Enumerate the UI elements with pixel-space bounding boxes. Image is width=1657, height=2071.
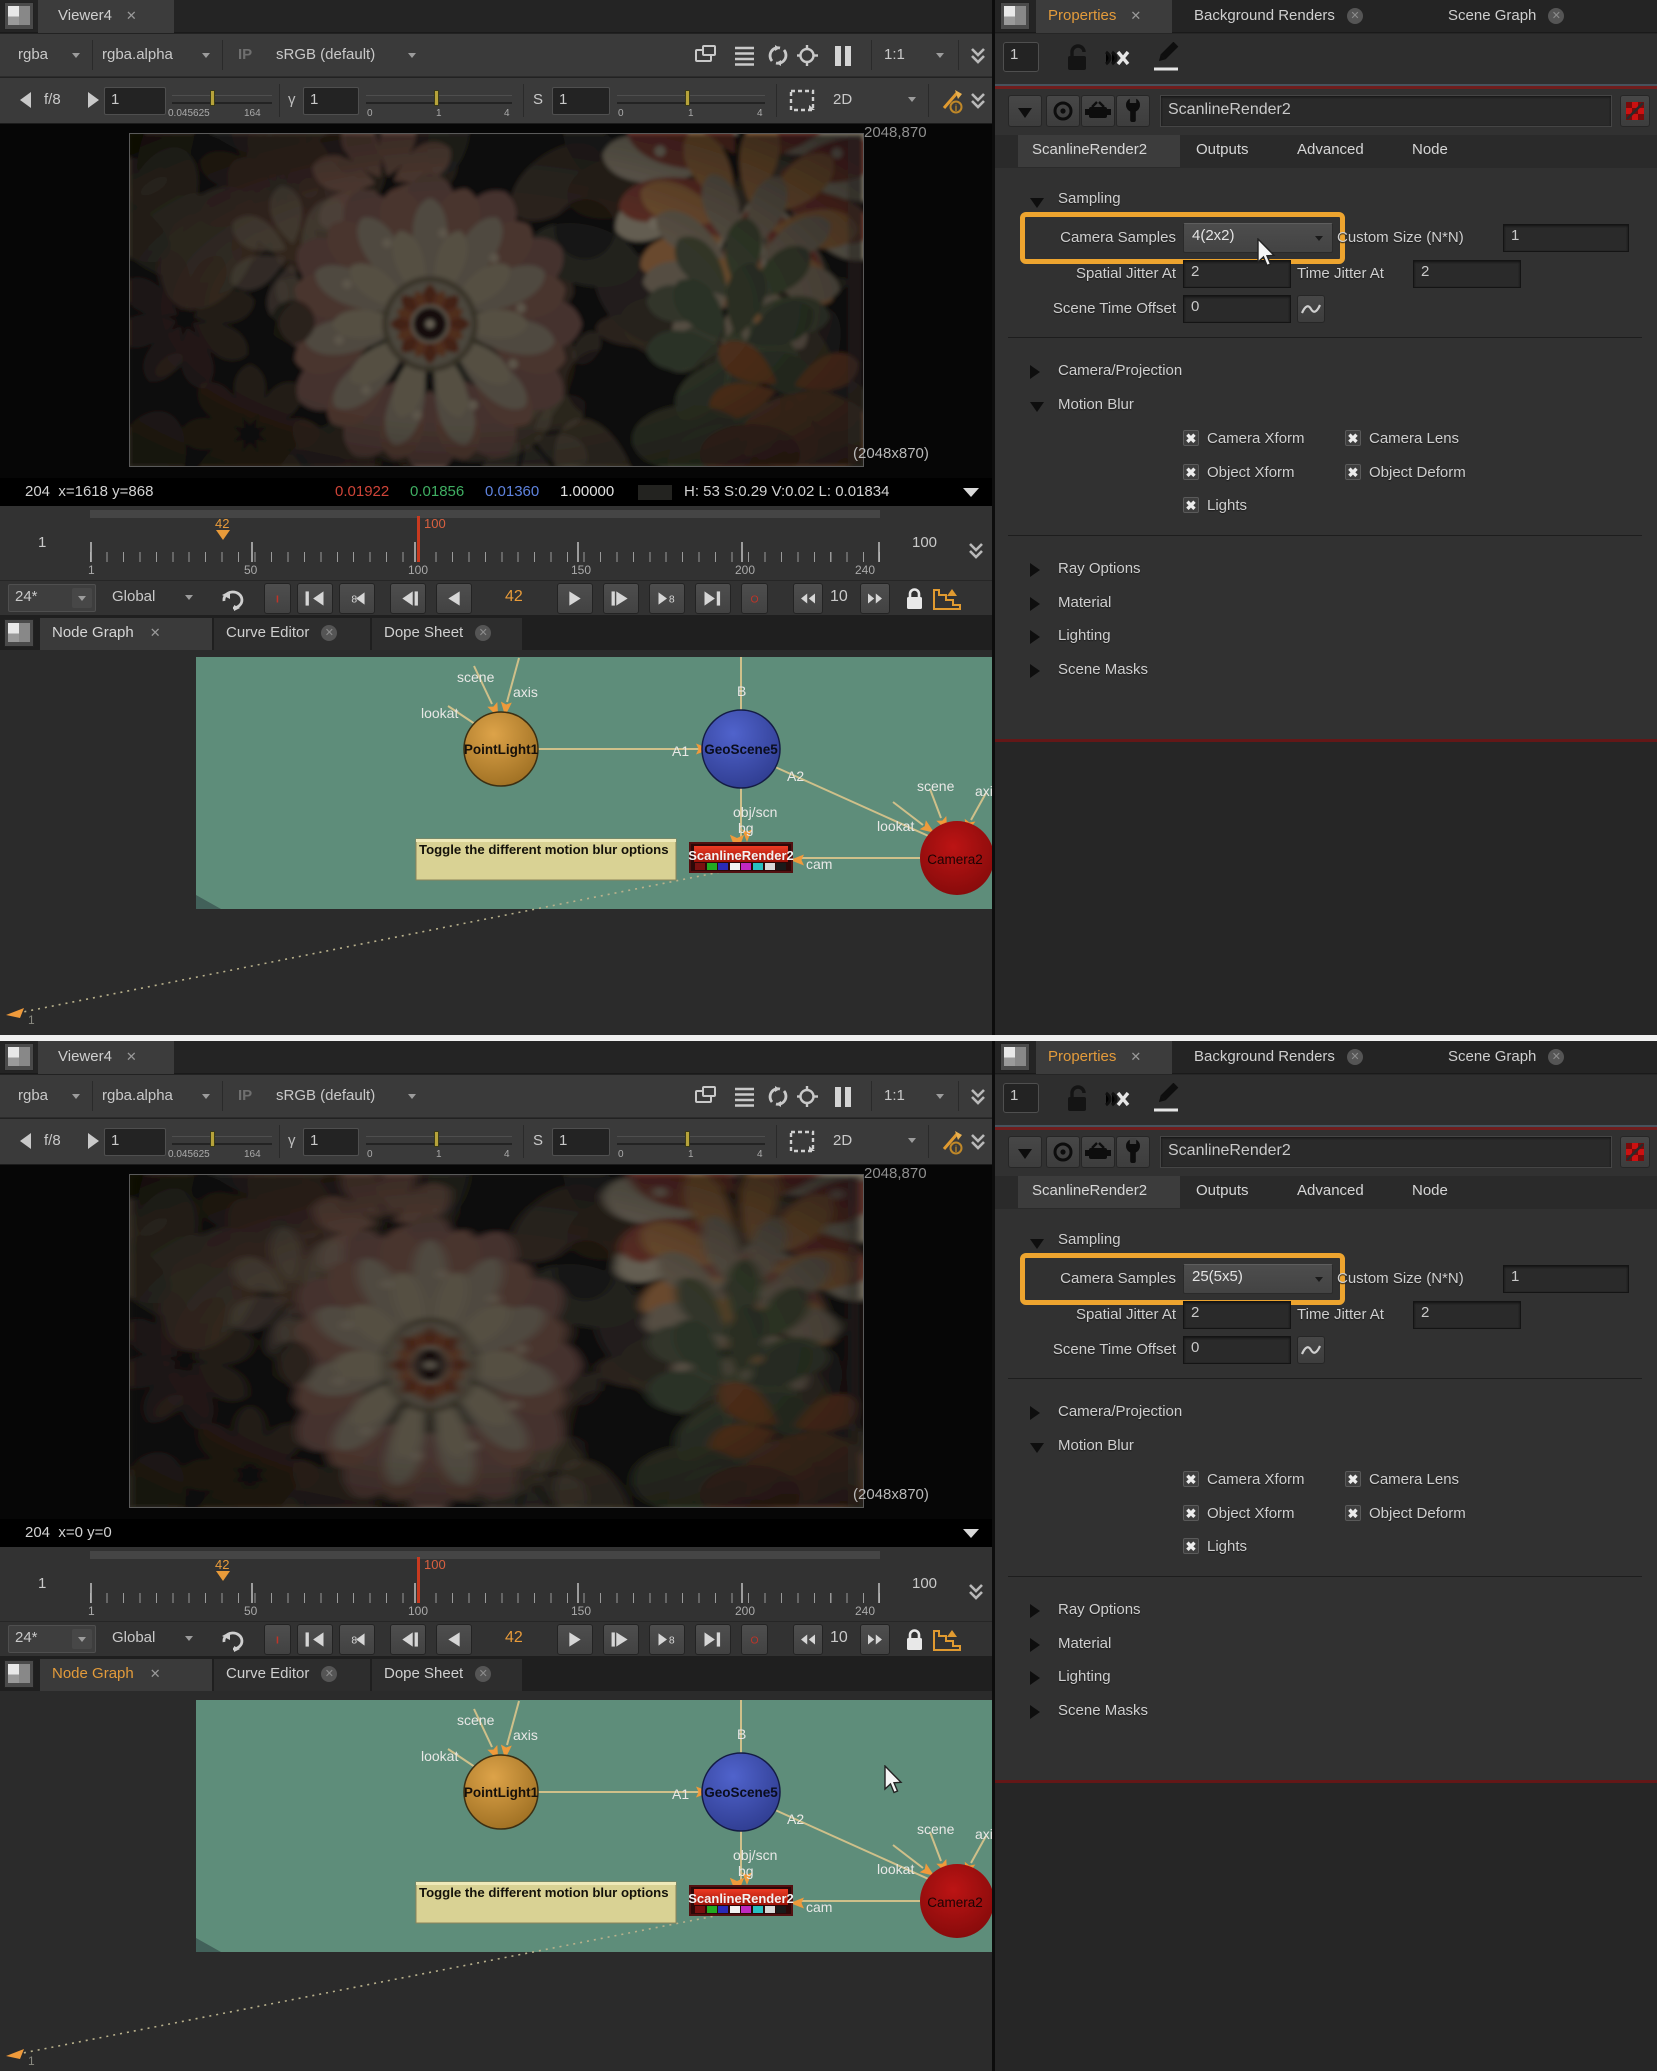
svg-text:lookat: lookat <box>421 705 458 721</box>
svg-text:B: B <box>737 1726 746 1742</box>
svg-text:A2: A2 <box>787 768 804 784</box>
svg-text:i: i <box>955 103 958 113</box>
svg-text:Toggle the different motion bl: Toggle the different motion blur options <box>419 1885 669 1900</box>
svg-text:8: 8 <box>351 595 357 606</box>
svg-text:cam: cam <box>806 1899 832 1915</box>
svg-text:O: O <box>750 594 758 605</box>
svg-text:ScanlineRender2: ScanlineRender2 <box>688 1891 794 1906</box>
svg-text:bg: bg <box>738 820 754 836</box>
svg-text:bg: bg <box>738 1863 754 1879</box>
svg-text:scene: scene <box>457 1712 495 1728</box>
svg-text:obj/scn: obj/scn <box>733 804 777 820</box>
svg-text:B: B <box>737 683 746 699</box>
svg-text:lookat: lookat <box>877 1861 914 1877</box>
svg-text:1: 1 <box>28 1013 35 1027</box>
svg-text:8: 8 <box>351 1636 357 1647</box>
svg-text:Toggle the different motion bl: Toggle the different motion blur options <box>419 842 669 857</box>
svg-text:scene: scene <box>917 1821 955 1837</box>
svg-text:8: 8 <box>669 1636 675 1647</box>
svg-text:axi: axi <box>975 1826 993 1842</box>
svg-text:1: 1 <box>28 2054 35 2068</box>
svg-text:axis: axis <box>513 1727 538 1743</box>
svg-text:axis: axis <box>513 684 538 700</box>
svg-text:scene: scene <box>917 778 955 794</box>
svg-text:8: 8 <box>669 595 675 606</box>
svg-text:I: I <box>276 594 279 605</box>
svg-text:Camera2: Camera2 <box>927 1895 983 1910</box>
svg-text:ScanlineRender2: ScanlineRender2 <box>688 848 794 863</box>
svg-text:PointLight1: PointLight1 <box>464 1785 539 1800</box>
svg-text:lookat: lookat <box>421 1748 458 1764</box>
svg-text:A1: A1 <box>672 1786 689 1802</box>
svg-text:Camera2: Camera2 <box>927 852 983 867</box>
svg-text:lookat: lookat <box>877 818 914 834</box>
svg-text:I: I <box>276 1635 279 1646</box>
svg-text:scene: scene <box>457 669 495 685</box>
svg-text:GeoScene5: GeoScene5 <box>704 742 778 757</box>
svg-text:GeoScene5: GeoScene5 <box>704 1785 778 1800</box>
svg-text:O: O <box>750 1635 758 1646</box>
svg-text:A1: A1 <box>672 743 689 759</box>
svg-text:obj/scn: obj/scn <box>733 1847 777 1863</box>
svg-text:axi: axi <box>975 783 993 799</box>
svg-text:PointLight1: PointLight1 <box>464 742 539 757</box>
svg-text:A2: A2 <box>787 1811 804 1827</box>
svg-text:cam: cam <box>806 856 832 872</box>
svg-text:i: i <box>955 1144 958 1154</box>
